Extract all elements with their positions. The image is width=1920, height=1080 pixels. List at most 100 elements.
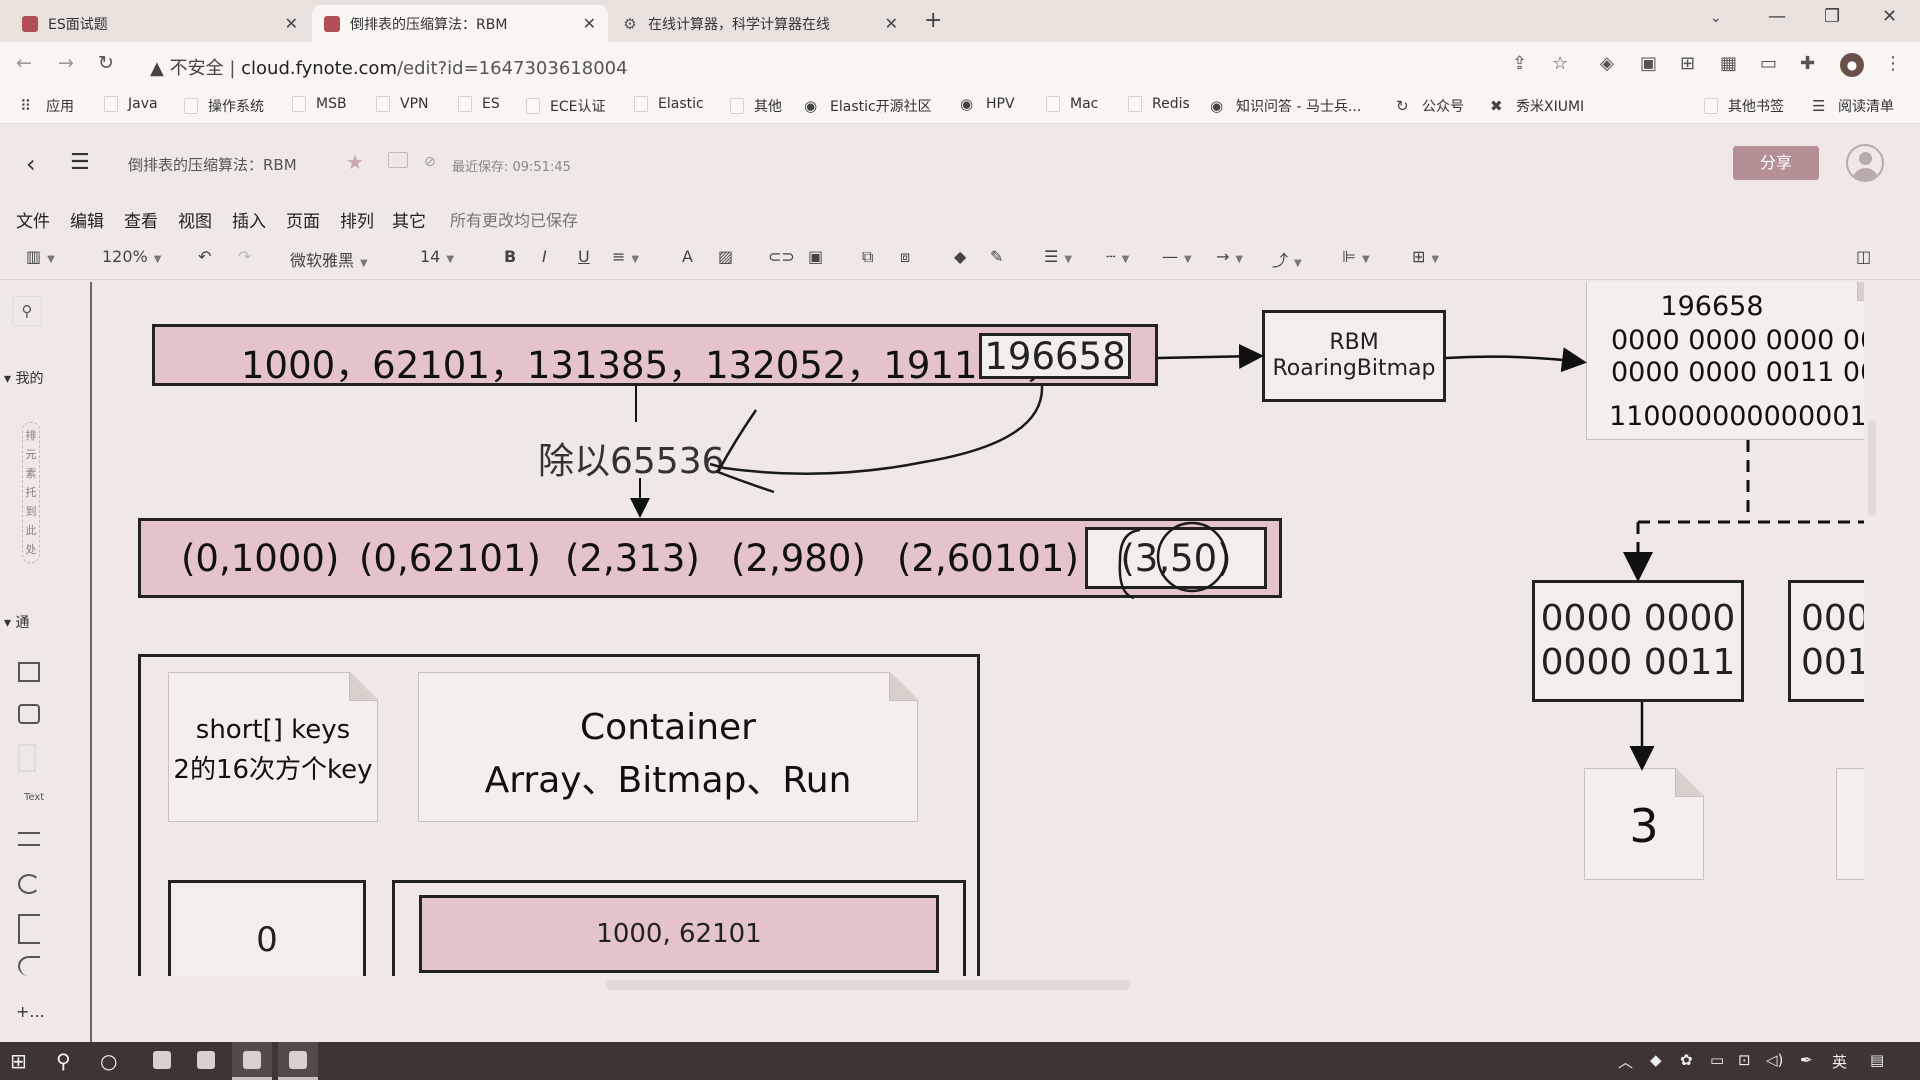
reload-icon[interactable]: ↻: [98, 52, 114, 74]
tray-app-icon[interactable]: ✿: [1680, 1051, 1693, 1069]
tab-es-interview[interactable]: ES面试题 ✕: [10, 5, 310, 42]
folder-icon[interactable]: [388, 152, 408, 168]
tray-chevron-icon[interactable]: ︿: [1618, 1051, 1633, 1072]
taskbar-app-editor[interactable]: [278, 1042, 318, 1080]
underline-icon[interactable]: U: [578, 247, 590, 266]
extension-icon[interactable]: ◈: [1600, 53, 1614, 74]
cortana-icon[interactable]: ○: [100, 1049, 117, 1073]
font-size-select[interactable]: 14 ▼: [420, 247, 454, 266]
section-general[interactable]: ▾ 通: [4, 612, 29, 632]
line-weight-icon[interactable]: ☰ ▼: [1044, 247, 1072, 266]
arrow-style-icon[interactable]: → ▼: [1216, 247, 1243, 266]
fill-bucket-icon[interactable]: ◆: [954, 247, 966, 266]
blank-shape[interactable]: [18, 744, 36, 772]
share-page-icon[interactable]: ⇪: [1512, 53, 1527, 74]
tray-app-icon[interactable]: ◆: [1650, 1051, 1662, 1069]
menu-viewport[interactable]: 视图: [178, 207, 212, 232]
close-icon[interactable]: ✕: [285, 14, 298, 33]
undo-icon[interactable]: ↶: [198, 247, 211, 266]
share-button[interactable]: 分享: [1733, 146, 1819, 180]
bookmark-elastic-community[interactable]: ◉ Elastic开源社区: [804, 96, 932, 116]
bookmark-qa[interactable]: ◉ 知识问答 - 马士兵...: [1210, 96, 1361, 116]
rounded-rect-shape[interactable]: [18, 704, 40, 724]
image-icon[interactable]: ▣: [808, 247, 823, 266]
ellipse-shape[interactable]: [18, 874, 40, 894]
taskbar-app-explorer[interactable]: [186, 1042, 226, 1080]
restore-icon[interactable]: ❐: [1824, 6, 1840, 27]
forward-arrow-icon[interactable]: →: [58, 52, 74, 74]
puzzle-icon[interactable]: ✚: [1800, 53, 1815, 74]
pen-icon[interactable]: ✒: [1800, 1051, 1813, 1069]
search-icon[interactable]: ⚲: [12, 296, 42, 326]
close-icon[interactable]: ✕: [583, 14, 596, 33]
bookmark-mac[interactable]: Mac: [1046, 96, 1098, 112]
line-dash-icon[interactable]: ┄ ▼: [1106, 247, 1129, 266]
star-icon[interactable]: ★: [346, 150, 364, 174]
line-style-icon[interactable]: — ▼: [1162, 247, 1192, 266]
text-shape[interactable]: Text: [24, 792, 44, 803]
rectangle-shape[interactable]: [18, 662, 40, 682]
network-icon[interactable]: ⊡: [1738, 1051, 1751, 1069]
menu-file[interactable]: 文件: [16, 207, 50, 232]
extension-jh-icon[interactable]: ▣: [1640, 53, 1657, 74]
table-icon[interactable]: ⊞ ▼: [1412, 247, 1439, 266]
layout-panel-icon[interactable]: ▥ ▼: [26, 247, 55, 266]
ime-indicator[interactable]: 英: [1832, 1051, 1847, 1072]
window-close-icon[interactable]: ✕: [1882, 6, 1897, 27]
side-panel-icon[interactable]: ◫: [1856, 247, 1871, 266]
new-tab-button[interactable]: +: [924, 8, 942, 33]
reading-list[interactable]: ☰ 阅读清单: [1812, 96, 1894, 116]
menu-view[interactable]: 查看: [124, 207, 158, 232]
battery-icon[interactable]: ▭: [1710, 1051, 1724, 1069]
connector-icon[interactable]: ⤴ ▼: [1272, 247, 1302, 271]
bookmark-apps[interactable]: ⠿ 应用: [20, 96, 74, 116]
line-color-icon[interactable]: ✎: [990, 247, 1003, 266]
taskbar-app-browser[interactable]: [232, 1042, 272, 1080]
bracket-shape[interactable]: [18, 914, 40, 944]
menu-arrange[interactable]: 排列: [340, 207, 374, 232]
diagram-canvas[interactable]: 1000，62101，131385，132052，191173， 196658 …: [94, 282, 1864, 976]
bookmark-elastic[interactable]: Elastic: [634, 96, 704, 112]
align-objects-icon[interactable]: ⊫ ▼: [1342, 247, 1370, 266]
bold-icon[interactable]: B: [504, 247, 516, 266]
screen-icon[interactable]: ▭: [1760, 53, 1777, 74]
back-chevron-icon[interactable]: ‹: [26, 150, 36, 178]
windows-start-icon[interactable]: ⊞: [10, 1049, 27, 1073]
send-back-icon[interactable]: ⧈: [900, 247, 910, 267]
bookmark-ece[interactable]: ECE认证: [526, 96, 605, 116]
zoom-select[interactable]: 120% ▼: [102, 247, 161, 266]
tab-search-chevron-icon[interactable]: ⌄: [1710, 10, 1722, 26]
menu-other[interactable]: 其它: [392, 207, 426, 232]
profile-avatar[interactable]: ●: [1840, 53, 1864, 77]
bookmark-hpv[interactable]: ◉ HPV: [960, 96, 1015, 112]
section-mine[interactable]: ▾ 我的: [4, 368, 43, 388]
translate-icon[interactable]: ⊞: [1680, 53, 1695, 74]
bring-front-icon[interactable]: ⧉: [862, 247, 873, 267]
bookmark-msb[interactable]: MSB: [292, 96, 347, 112]
document-title[interactable]: 倒排表的压缩算法：RBM: [128, 154, 297, 175]
menu-edit[interactable]: 编辑: [70, 207, 104, 232]
link-icon[interactable]: ⊂⊃: [768, 247, 795, 266]
close-icon[interactable]: ✕: [885, 14, 898, 33]
vertical-scrollbar[interactable]: [1868, 420, 1876, 516]
tab-calculator[interactable]: ⚙ 在线计算器，科学计算器在线 ✕: [610, 5, 910, 42]
bookmark-wechat[interactable]: ↻ 公众号: [1396, 96, 1464, 116]
bookmark-other[interactable]: 其他: [730, 96, 782, 116]
bookmark-vpn[interactable]: VPN: [376, 96, 429, 112]
taskbar-app-notes[interactable]: [142, 1042, 182, 1080]
menu-insert[interactable]: 插入: [232, 207, 266, 232]
bookmark-star-icon[interactable]: ☆: [1552, 53, 1568, 74]
font-color-icon[interactable]: A: [682, 247, 693, 266]
bookmark-es[interactable]: ES: [458, 96, 500, 112]
volume-icon[interactable]: ◁): [1766, 1051, 1783, 1069]
minimize-icon[interactable]: —: [1768, 6, 1786, 27]
extension-grid-icon[interactable]: ▦: [1720, 53, 1737, 74]
font-family-select[interactable]: 微软雅黑 ▼: [290, 247, 368, 271]
bookmark-xiumi[interactable]: ✖ 秀米XIUMI: [1490, 96, 1584, 116]
bookmark-other-folder[interactable]: 其他书签: [1704, 96, 1784, 116]
bookmark-java[interactable]: Java: [104, 96, 158, 112]
italic-icon[interactable]: I: [542, 247, 547, 266]
arc-shape[interactable]: [18, 956, 40, 976]
more-menu-icon[interactable]: ⋮: [1884, 53, 1902, 74]
bookmark-redis[interactable]: Redis: [1128, 96, 1190, 112]
